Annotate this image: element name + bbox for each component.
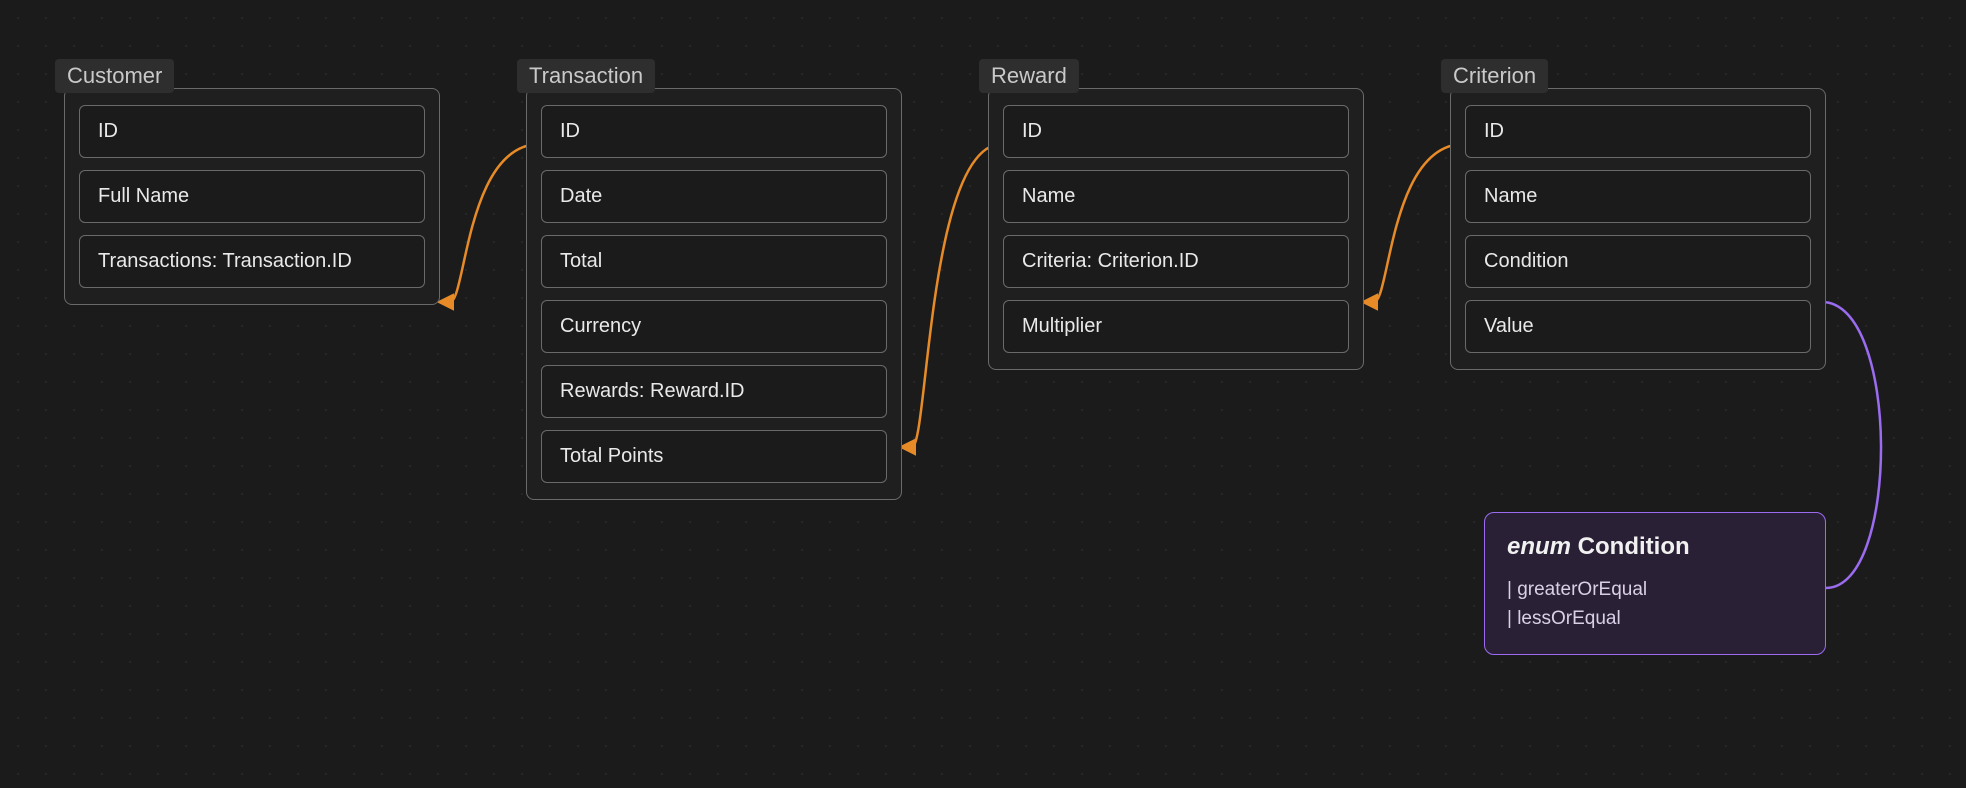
enum-title: enum Condition [1507, 533, 1803, 561]
entity-title: Criterion [1441, 59, 1548, 93]
enum-item: | lessOrEqual [1507, 604, 1803, 633]
entity-title: Transaction [517, 59, 655, 93]
entity-criterion[interactable]: CriterionIDNameConditionValue [1450, 88, 1826, 370]
entity-field[interactable]: Transactions: Transaction.ID [79, 235, 425, 288]
entity-field[interactable]: Full Name [79, 170, 425, 223]
entity-field[interactable]: Rewards: Reward.ID [541, 365, 887, 418]
entity-reward[interactable]: RewardIDNameCriteria: Criterion.IDMultip… [988, 88, 1364, 370]
entity-field[interactable]: Criteria: Criterion.ID [1003, 235, 1349, 288]
entity-title: Customer [55, 59, 174, 93]
entity-title: Reward [979, 59, 1079, 93]
entity-field[interactable]: Date [541, 170, 887, 223]
entity-field[interactable]: ID [541, 105, 887, 158]
entity-transaction[interactable]: TransactionIDDateTotalCurrencyRewards: R… [526, 88, 902, 500]
entity-field[interactable]: ID [1003, 105, 1349, 158]
entity-field[interactable]: Total Points [541, 430, 887, 483]
entity-field[interactable]: ID [1465, 105, 1811, 158]
entity-field[interactable]: Value [1465, 300, 1811, 353]
entity-customer[interactable]: CustomerIDFull NameTransactions: Transac… [64, 88, 440, 305]
entity-field[interactable]: Condition [1465, 235, 1811, 288]
enum-name: Condition [1571, 533, 1690, 560]
entity-field[interactable]: Name [1003, 170, 1349, 223]
entity-field[interactable]: Currency [541, 300, 887, 353]
enum-item: | greaterOrEqual [1507, 575, 1803, 604]
entity-field[interactable]: ID [79, 105, 425, 158]
diagram-canvas[interactable]: Customer ID Full Name Transactions: Transac… [0, 0, 1966, 788]
entity-field[interactable]: Multiplier [1003, 300, 1349, 353]
enum-box-condition[interactable]: enum Condition | greaterOrEqual| lessOrEq… [1484, 512, 1826, 655]
entity-field[interactable]: Total [541, 235, 887, 288]
entity-field[interactable]: Name [1465, 170, 1811, 223]
enum-keyword: enum [1507, 533, 1571, 560]
